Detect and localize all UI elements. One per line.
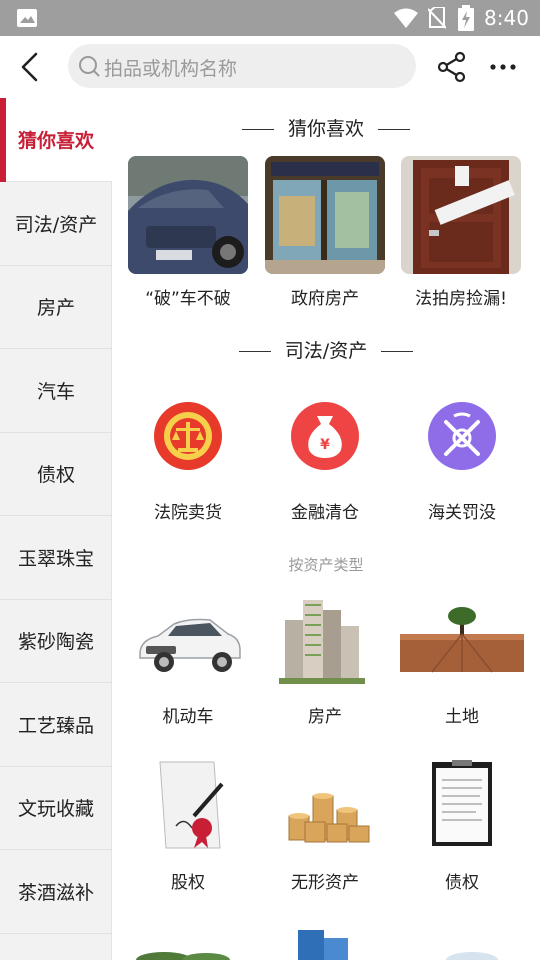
- back-arrow-icon[interactable]: [14, 50, 48, 84]
- customs-confiscation-item[interactable]: 海关罚没: [392, 386, 532, 523]
- asset-item-intangible[interactable]: 无形资产: [255, 756, 395, 893]
- sidebar-item-ceramics[interactable]: 紫砂陶瓷: [0, 599, 112, 683]
- sidebar-item-house[interactable]: 房产: [0, 265, 112, 349]
- battery-charging-icon: [458, 5, 474, 31]
- court-emblem-icon: [154, 402, 222, 470]
- sidebar-item-crafts[interactable]: 工艺臻品: [0, 683, 112, 767]
- sidebar-item-label: 债权: [36, 464, 75, 486]
- partial-asset-image: [136, 952, 230, 960]
- land-icon: [400, 607, 524, 673]
- no-sim-icon: [428, 7, 446, 29]
- category-sidebar: 猜你喜欢 司法/资产 房产 汽车 债权 玉翠珠宝 紫砂陶瓷 工艺臻品 文玩收藏 …: [0, 98, 112, 960]
- search-placeholder: 拍品或机构名称: [104, 58, 238, 80]
- sidebar-item-debt[interactable]: 债权: [0, 432, 112, 516]
- guess-card-label: “破”车不破: [145, 289, 231, 309]
- sealed-door-photo: [401, 156, 521, 274]
- asset-type-heading: 按资产类型: [288, 556, 364, 574]
- search-bar[interactable]: 拍品或机构名称: [68, 44, 416, 88]
- section-title-text: 猜你喜欢: [287, 118, 364, 140]
- sidebar-item-label: 汽车: [36, 381, 75, 403]
- asset-item-house[interactable]: 房产: [255, 590, 395, 727]
- more-options-icon[interactable]: [488, 50, 518, 84]
- sidebar-item-tea-wine[interactable]: 茶酒滋补: [0, 850, 112, 934]
- court-sale-label: 法院卖货: [154, 503, 222, 523]
- sidebar-item-label: 司法/资产: [14, 214, 98, 236]
- divider: [381, 351, 414, 352]
- section-title-text: 司法/资产: [284, 340, 368, 362]
- coin-stacks-icon: [288, 793, 370, 843]
- svg-text:¥: ¥: [320, 437, 330, 453]
- divider: [238, 351, 271, 352]
- top-bar: 拍品或机构名称: [0, 36, 540, 98]
- equity-label: 股权: [171, 873, 205, 893]
- sidebar-item-label: 房产: [36, 297, 75, 319]
- guess-card-car[interactable]: “破”车不破: [128, 156, 248, 309]
- asset-item-debt[interactable]: 债权: [392, 756, 532, 893]
- clock-time: 8:40: [484, 6, 529, 30]
- sidebar-item-jewelry[interactable]: 玉翠珠宝: [0, 516, 112, 600]
- status-bar: 8:40: [0, 0, 540, 36]
- partial-asset-image: [298, 930, 348, 960]
- asset-item-land[interactable]: 土地: [392, 590, 532, 727]
- customs-confiscation-label: 海关罚没: [428, 503, 496, 523]
- sidebar-item-label: 茶酒滋补: [17, 882, 94, 904]
- vehicle-label: 机动车: [162, 707, 214, 727]
- asset-item-vehicle[interactable]: 机动车: [118, 590, 258, 727]
- partial-asset-image: [446, 952, 498, 960]
- guess-card-label: 法拍房捡漏!: [415, 289, 507, 309]
- clipboard-document-icon: [432, 760, 492, 846]
- sidebar-item-judicial[interactable]: 司法/资产: [0, 182, 112, 266]
- image-notification-icon: [17, 9, 37, 27]
- sidebar-item-label: 猜你喜欢: [17, 130, 94, 152]
- wifi-icon: [394, 8, 418, 28]
- intangible-label: 无形资产: [291, 873, 359, 893]
- debt-label: 债权: [445, 873, 479, 893]
- house-label: 房产: [308, 707, 342, 727]
- financial-clearance-label: 金融清仓: [291, 503, 359, 523]
- sidebar-item-label: 玉翠珠宝: [17, 548, 94, 570]
- asset-item-equity[interactable]: 股权: [118, 756, 258, 893]
- car-photo: [128, 156, 248, 274]
- share-icon[interactable]: [436, 51, 468, 83]
- financial-clearance-item[interactable]: ¥ 金融清仓: [255, 386, 395, 523]
- signed-document-icon: [159, 761, 224, 849]
- sidebar-item-car[interactable]: 汽车: [0, 349, 112, 433]
- guess-card-auction-house[interactable]: 法拍房捡漏!: [401, 156, 521, 309]
- section-title-guess: 猜你喜欢: [112, 114, 540, 141]
- search-icon: [79, 56, 100, 77]
- money-bag-icon: ¥: [291, 402, 359, 470]
- sidebar-item-label: 工艺臻品: [17, 715, 94, 737]
- sidebar-item-collectibles[interactable]: 文玩收藏: [0, 766, 112, 850]
- guess-card-gov-house[interactable]: 政府房产: [265, 156, 385, 309]
- divider: [241, 129, 274, 130]
- car-icon: [139, 618, 241, 672]
- court-sale-item[interactable]: 法院卖货: [118, 386, 258, 523]
- main-content: 猜你喜欢 “破”车不破 政府房产 法拍房捡漏! 司法/资产 法院卖货 ¥ 金融清…: [112, 98, 540, 960]
- divider: [378, 129, 410, 130]
- storefront-photo: [265, 156, 385, 274]
- buildings-icon: [279, 600, 365, 684]
- guess-card-label: 政府房产: [291, 289, 359, 309]
- sidebar-item-label: 文玩收藏: [17, 798, 94, 820]
- customs-emblem-icon: [428, 402, 496, 470]
- section-title-judicial: 司法/资产: [112, 336, 540, 363]
- sidebar-item-guess[interactable]: 猜你喜欢: [0, 98, 112, 182]
- land-label: 土地: [445, 707, 479, 727]
- sidebar-item-label: 紫砂陶瓷: [17, 631, 94, 653]
